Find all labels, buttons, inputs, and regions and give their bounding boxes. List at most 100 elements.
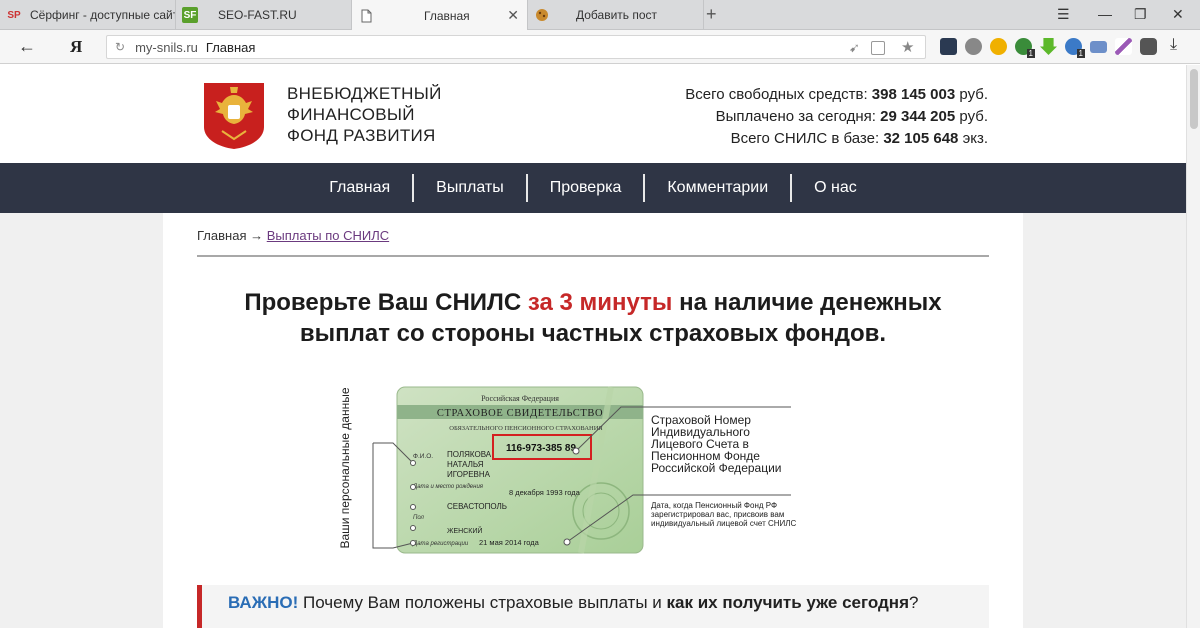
important-body: Почему Вам положены страховые выплаты и — [302, 593, 662, 612]
tab-label: Добавить пост — [576, 8, 658, 22]
brand-line: ВНЕБЮДЖЕТНЫЙ — [287, 84, 442, 103]
url-field[interactable]: ↻ my-snils.ru Главная ➹ ★ — [106, 35, 926, 59]
tab-glavnaya[interactable]: Главная ✕ — [352, 0, 528, 31]
important-lead: ВАЖНО! — [228, 593, 299, 612]
nav-home[interactable]: Главная — [307, 174, 412, 202]
tab-label: Сёрфинг - доступные сайть — [30, 8, 176, 22]
close-tab-icon[interactable]: ✕ — [507, 7, 519, 24]
ext-orange-icon[interactable] — [990, 38, 1007, 55]
reg-label: Дата регистрации — [412, 541, 469, 547]
ext-download-icon[interactable] — [1040, 38, 1057, 55]
ext-badge: 1 — [1076, 49, 1085, 58]
minimize-icon[interactable]: — — [1098, 6, 1112, 22]
stat-label: Выплачено за сегодня: — [715, 108, 876, 125]
stat-value: 32 105 648 — [883, 130, 959, 147]
fio-label: Ф.И.О. — [413, 453, 433, 460]
tab-seo-fast[interactable]: SF SEO-FAST.RU — [176, 0, 352, 30]
bracket-dot — [410, 525, 416, 531]
sf-favicon-icon: SF — [182, 7, 198, 23]
fio-patronymic: ИГОРЕВНА — [447, 470, 491, 479]
sex-value: ЖЕНСКИЙ — [447, 526, 482, 535]
nav-payments[interactable]: Выплаты — [414, 174, 526, 202]
nav-check[interactable]: Проверка — [528, 174, 644, 202]
ext-pocket-icon[interactable] — [1140, 38, 1157, 55]
callout-date-text: Дата, когда Пенсионный Фонд РФ зарегистр… — [651, 501, 797, 528]
ext-shield-icon[interactable]: 1 — [1015, 38, 1035, 58]
breadcrumb-current-link[interactable]: Выплаты по СНИЛС — [267, 228, 389, 243]
page-icon — [358, 8, 374, 24]
important-text: ВАЖНО! Почему Вам положены страховые вып… — [228, 593, 918, 613]
scrollbar-thumb[interactable] — [1190, 69, 1198, 129]
stat-paid-today: Выплачено за сегодня: 29 344 205 руб. — [685, 106, 988, 128]
url-page-title: Главная — [205, 39, 256, 55]
sex-label: Пол — [413, 515, 425, 521]
brand-line: ФОНД РАЗВИТИЯ — [287, 126, 436, 145]
callout-dot — [572, 447, 580, 455]
menu-icon[interactable]: ☰ — [1057, 6, 1070, 23]
ext-pen-icon[interactable] — [1115, 38, 1132, 55]
ext-dots-icon[interactable] — [940, 38, 957, 55]
sp-favicon-icon: SP — [7, 9, 21, 21]
stat-value: 29 344 205 — [880, 108, 956, 125]
important-notice: ВАЖНО! Почему Вам положены страховые вып… — [197, 585, 989, 628]
tab-label: SEO-FAST.RU — [218, 8, 297, 22]
funds-stats: Всего свободных средств: 398 145 003 руб… — [685, 84, 988, 150]
breadcrumb: Главная → Выплаты по СНИЛС — [197, 228, 389, 243]
stat-unit: экз. — [962, 130, 988, 147]
bracket-dot — [410, 484, 416, 490]
restore-icon[interactable]: ❐ — [1134, 6, 1147, 23]
card-country: Российская Федерация — [481, 394, 559, 403]
stat-unit: руб. — [959, 86, 988, 103]
main-nav: Главная Выплаты Проверка Комментарии О н… — [0, 163, 1186, 213]
stat-free-funds: Всего свободных средств: 398 145 003 руб… — [685, 84, 988, 106]
reg-date: 21 мая 2014 года — [479, 538, 540, 547]
breadcrumb-home[interactable]: Главная — [197, 228, 246, 243]
headline-highlight: за 3 минуты — [527, 289, 673, 316]
bookmark-star-icon[interactable]: ★ — [901, 38, 914, 56]
pin-icon[interactable]: ➹ — [849, 40, 860, 56]
web-page: ВНЕБЮДЖЕТНЫЙ ФИНАНСОВЫЙ ФОНД РАЗВИТИЯ Вс… — [0, 65, 1186, 628]
card-number: 116-973-385 89 — [506, 443, 577, 454]
site-header: ВНЕБЮДЖЕТНЫЙ ФИНАНСОВЫЙ ФОНД РАЗВИТИЯ Вс… — [0, 65, 1186, 163]
tab-label: Главная — [424, 8, 470, 23]
brand-line: ФИНАНСОВЫЙ — [287, 105, 415, 124]
main-content: Главная → Выплаты по СНИЛС Проверьте Ваш… — [163, 213, 1023, 628]
birth-date: 8 декабря 1993 года — [509, 488, 581, 497]
stat-value: 398 145 003 — [871, 86, 956, 103]
fio-name: НАТАЛЬЯ — [447, 460, 484, 469]
breadcrumb-arrow: → — [250, 228, 264, 243]
nav-about[interactable]: О нас — [792, 174, 879, 202]
ext-badge: 1 — [1026, 49, 1035, 58]
reload-icon[interactable]: ↻ — [115, 40, 125, 54]
bracket-dot — [410, 460, 416, 466]
ext-user-icon[interactable]: 1 — [1065, 38, 1085, 58]
callout-number-text: Страховой Номер Индивидуального Лицевого… — [651, 413, 782, 475]
birth-place: СЕВАСТОПОЛЬ — [447, 502, 507, 511]
url-domain: my-snils.ru — [135, 39, 198, 55]
ext-film-icon[interactable] — [965, 38, 982, 55]
reader-icon[interactable] — [871, 41, 885, 55]
callout-dot — [563, 538, 571, 546]
personal-data-label: Ваши персональные данные — [338, 387, 352, 549]
close-window-icon[interactable]: ✕ — [1172, 6, 1184, 23]
nav-comments[interactable]: Комментарии — [645, 174, 790, 202]
new-tab-icon[interactable]: + — [706, 4, 717, 25]
back-arrow-icon[interactable]: ← — [18, 36, 36, 57]
coat-of-arms-logo[interactable] — [202, 81, 266, 151]
divider — [197, 255, 989, 257]
tab-surfing[interactable]: SP Сёрфинг - доступные сайть — [0, 0, 176, 30]
ext-mail-icon[interactable] — [1090, 41, 1107, 53]
important-end: ? — [909, 593, 919, 612]
card-subtitle: ОБЯЗАТЕЛЬНОГО ПЕНСИОННОГО СТРАХОВАНИЯ — [449, 425, 603, 432]
tab-add-post[interactable]: Добавить пост — [528, 0, 704, 30]
headline-text: Проверьте Ваш СНИЛС — [244, 289, 522, 316]
brand-name: ВНЕБЮДЖЕТНЫЙ ФИНАНСОВЫЙ ФОНД РАЗВИТИЯ — [287, 83, 442, 146]
stat-label: Всего СНИЛС в базе: — [730, 130, 880, 147]
card-title: СТРАХОВОЕ СВИДЕТЕЛЬСТВО — [437, 408, 603, 419]
yandex-logo[interactable]: Я — [70, 37, 82, 57]
page-scrollbar[interactable] — [1186, 65, 1200, 628]
downloads-icon[interactable]: ⤓ — [1170, 36, 1187, 53]
browser-tab-bar: SP Сёрфинг - доступные сайть SF SEO-FAST… — [0, 0, 1200, 31]
fio-surname: ПОЛЯКОВА — [447, 450, 492, 459]
stat-snils-total: Всего СНИЛС в базе: 32 105 648 экз. — [685, 128, 988, 150]
